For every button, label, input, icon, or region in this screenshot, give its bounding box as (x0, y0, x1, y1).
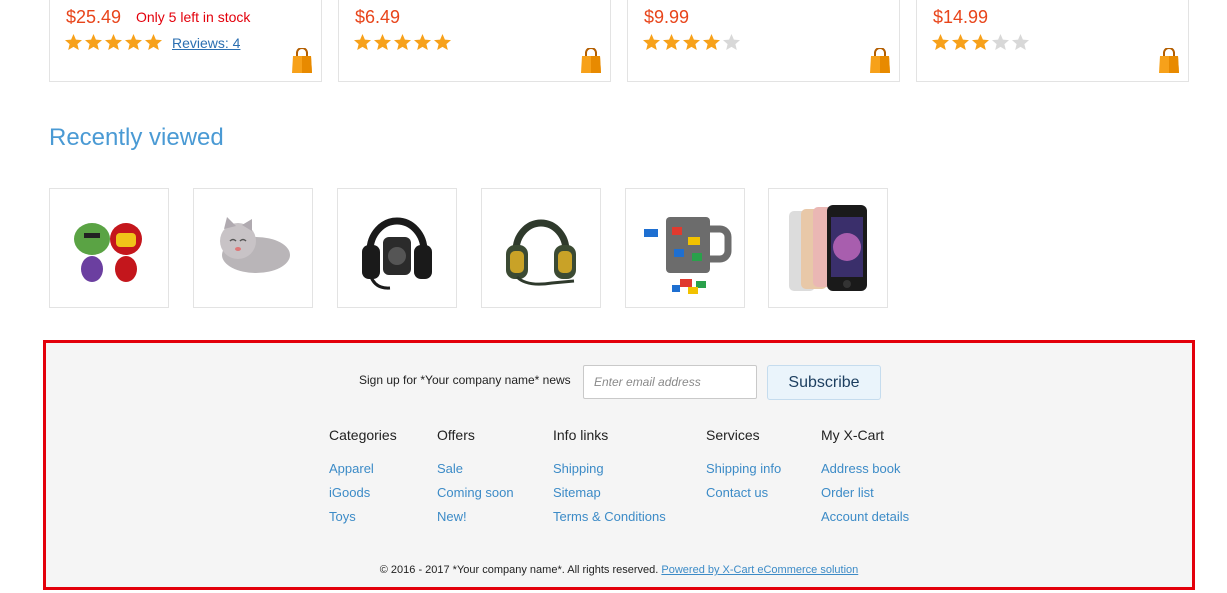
recently-viewed-item[interactable] (337, 188, 457, 308)
footer-link[interactable]: Apparel (329, 457, 397, 481)
newsletter-label: Sign up for *Your company name* news (359, 373, 571, 387)
product-price: $14.99 (933, 7, 989, 27)
star-empty-icon (992, 34, 1009, 50)
column-title: Categories (329, 427, 397, 443)
shopping-bag-icon[interactable] (580, 48, 602, 74)
footer: Sign up for *Your company name* news Sub… (43, 340, 1195, 590)
star-filled-icon (663, 34, 680, 50)
star-filled-icon (105, 34, 122, 50)
star-filled-icon (85, 34, 102, 50)
product-card[interactable]: $25.49 Only 5 left in stock Reviews: 4 (49, 0, 322, 82)
green-headset-icon (506, 219, 576, 286)
shopping-bag-icon[interactable] (869, 48, 891, 74)
star-filled-icon (414, 34, 431, 50)
star-filled-icon (145, 34, 162, 50)
star-filled-icon (972, 34, 989, 50)
star-filled-icon (643, 34, 660, 50)
star-filled-icon (125, 34, 142, 50)
footer-link[interactable]: Terms & Conditions (553, 505, 666, 529)
column-title: My X-Cart (821, 427, 884, 443)
rating-stars (931, 33, 1030, 52)
footer-link[interactable]: iGoods (329, 481, 397, 505)
recently-viewed-item[interactable] (481, 188, 601, 308)
rating-stars (353, 33, 452, 52)
product-price: $6.49 (355, 7, 401, 27)
copyright: © 2016 - 2017 *Your company name*. All r… (46, 564, 1192, 576)
column-title: Services (706, 427, 760, 443)
powered-by-link[interactable]: Powered by X-Cart eCommerce solution (661, 564, 858, 576)
footer-link[interactable]: Sitemap (553, 481, 666, 505)
star-filled-icon (683, 34, 700, 50)
footer-link[interactable]: Order list (821, 481, 909, 505)
footer-column-info-links: Info links Shipping Sitemap Terms & Cond… (553, 427, 666, 529)
column-title: Offers (437, 427, 475, 443)
recently-viewed-item[interactable] (768, 188, 888, 308)
star-empty-icon (1012, 34, 1029, 50)
column-title: Info links (553, 427, 609, 443)
footer-link[interactable]: Account details (821, 505, 909, 529)
shopping-bag-icon[interactable] (291, 48, 313, 74)
recently-viewed-title: Recently viewed (49, 124, 224, 151)
page: $25.49 Only 5 left in stock Reviews: 4 $… (0, 0, 1227, 593)
footer-column-offers: Offers Sale Coming soon New! (437, 427, 514, 529)
recently-viewed-item[interactable] (49, 188, 169, 308)
reviews-link[interactable]: Reviews: 4 (172, 35, 240, 51)
shopping-bag-icon[interactable] (1158, 48, 1180, 74)
star-empty-icon (723, 34, 740, 50)
stock-note: Only 5 left in stock (136, 9, 251, 25)
star-filled-icon (394, 34, 411, 50)
brick-mug-icon (644, 217, 732, 294)
black-headset-icon (362, 217, 432, 290)
product-price: $25.49 (66, 7, 122, 27)
product-card[interactable]: $9.99 (627, 0, 900, 82)
footer-link[interactable]: Toys (329, 505, 397, 529)
footer-link[interactable]: Address book (821, 457, 909, 481)
recently-viewed-item[interactable] (193, 188, 313, 308)
iphone-se-icon (789, 205, 867, 291)
footer-link[interactable]: Shipping (553, 457, 666, 481)
product-card[interactable]: $6.49 (338, 0, 611, 82)
star-filled-icon (65, 34, 82, 50)
star-filled-icon (354, 34, 371, 50)
footer-link[interactable]: New! (437, 505, 514, 529)
email-input[interactable] (583, 365, 757, 399)
grey-cat-plush-icon (220, 217, 290, 273)
footer-link[interactable]: Sale (437, 457, 514, 481)
footer-link[interactable]: Coming soon (437, 481, 514, 505)
star-filled-icon (703, 34, 720, 50)
product-price: $9.99 (644, 7, 690, 27)
subscribe-button[interactable]: Subscribe (767, 365, 881, 400)
star-filled-icon (374, 34, 391, 50)
footer-link[interactable]: Contact us (706, 481, 781, 505)
footer-link[interactable]: Shipping info (706, 457, 781, 481)
hulk-ironman-plush-icon (74, 223, 142, 282)
copyright-text: © 2016 - 2017 *Your company name*. All r… (379, 564, 659, 576)
footer-column-my-xcart: My X-Cart Address book Order list Accoun… (821, 427, 909, 529)
recently-viewed-item[interactable] (625, 188, 745, 308)
rating-stars (642, 33, 741, 52)
star-filled-icon (952, 34, 969, 50)
footer-column-services: Services Shipping info Contact us (706, 427, 781, 505)
footer-column-categories: Categories Apparel iGoods Toys (329, 427, 397, 529)
rating-stars (64, 33, 163, 52)
star-filled-icon (434, 34, 451, 50)
star-filled-icon (932, 34, 949, 50)
product-card[interactable]: $14.99 (916, 0, 1189, 82)
